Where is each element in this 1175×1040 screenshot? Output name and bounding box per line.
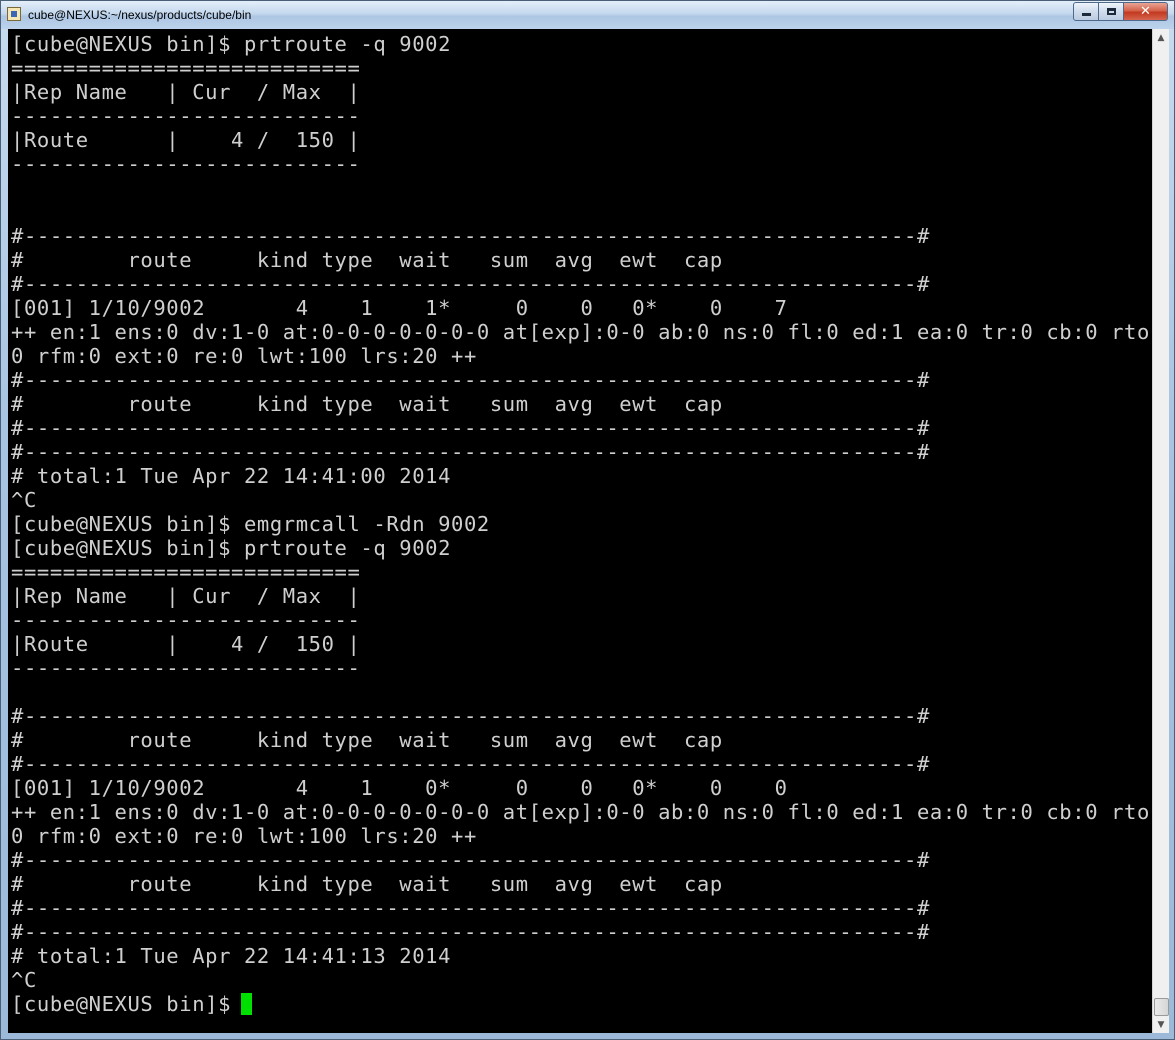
command-prompt-line[interactable]: [cube@NEXUS bin]$	[11, 992, 1152, 1016]
vertical-scrollbar[interactable]: ▲ ▼	[1152, 29, 1169, 1033]
terminal-line: # route kind type wait sum avg ewt cap	[11, 248, 723, 272]
terminal-line: #---------------------------------------…	[11, 848, 930, 872]
terminal-line: ++ en:1 ens:0 dv:1-0 at:0-0-0-0-0-0-0 at…	[11, 800, 1152, 824]
terminal-line: #---------------------------------------…	[11, 416, 930, 440]
terminal-line: #---------------------------------------…	[11, 896, 930, 920]
maximize-icon	[1106, 8, 1116, 15]
window-title: cube@NEXUS:~/nexus/products/cube/bin	[28, 8, 252, 22]
minimize-button[interactable]	[1073, 2, 1099, 21]
terminal-line: # route kind type wait sum avg ewt cap	[11, 728, 723, 752]
terminal-line: |Rep Name | Cur / Max |	[11, 584, 361, 608]
terminal-line: |Rep Name | Cur / Max |	[11, 80, 361, 104]
title-bar[interactable]: cube@NEXUS:~/nexus/products/cube/bin ✕	[1, 1, 1174, 29]
terminal-line: ^C	[11, 968, 37, 992]
terminal-window: cube@NEXUS:~/nexus/products/cube/bin ✕ […	[0, 0, 1175, 1040]
terminal-line: |Route | 4 / 150 |	[11, 128, 361, 152]
maximize-button[interactable]	[1099, 2, 1124, 21]
close-icon: ✕	[1140, 4, 1151, 19]
terminal-line: #---------------------------------------…	[11, 224, 930, 248]
terminal-line: [cube@NEXUS bin]$ emgrmcall -Rdn 9002	[11, 512, 490, 536]
terminal-line: #---------------------------------------…	[11, 752, 930, 776]
terminal-line: # total:1 Tue Apr 22 14:41:13 2014	[11, 944, 452, 968]
minimize-icon	[1081, 13, 1091, 16]
scroll-up-icon[interactable]: ▲	[1153, 29, 1169, 46]
terminal-line: [cube@NEXUS bin]$ prtroute -q 9002	[11, 536, 452, 560]
terminal-line: #---------------------------------------…	[11, 440, 930, 464]
terminal-line: [001] 1/10/9002 4 1 1* 0 0 0* 0 7	[11, 296, 788, 320]
prompt-text: [cube@NEXUS bin]$	[11, 992, 232, 1016]
terminal-line: ++ en:1 ens:0 dv:1-0 at:0-0-0-0-0-0-0 at…	[11, 320, 1152, 344]
terminal-line: ---------------------------	[11, 152, 361, 176]
scrollbar-thumb[interactable]	[1154, 998, 1169, 1016]
terminal-line: # route kind type wait sum avg ewt cap	[11, 872, 723, 896]
terminal-line: # route kind type wait sum avg ewt cap	[11, 392, 723, 416]
terminal-line: [cube@NEXUS bin]$ prtroute -q 9002	[11, 32, 452, 56]
terminal-screen[interactable]: [cube@NEXUS bin]$ prtroute -q 9002 ======…	[8, 29, 1152, 1033]
terminal-line: [001] 1/10/9002 4 1 0* 0 0 0* 0 0	[11, 776, 788, 800]
terminal-line: ===========================	[11, 560, 361, 584]
terminal-line: # total:1 Tue Apr 22 14:41:00 2014	[11, 464, 452, 488]
terminal-line: #---------------------------------------…	[11, 272, 930, 296]
terminal-output: [cube@NEXUS bin]$ prtroute -q 9002 ======…	[11, 32, 1152, 1033]
text-cursor	[241, 993, 253, 1015]
terminal-line: #---------------------------------------…	[11, 920, 930, 944]
terminal-line: 0 rfm:0 ext:0 re:0 lwt:100 lrs:20 ++	[11, 824, 477, 848]
terminal-line: #---------------------------------------…	[11, 704, 930, 728]
terminal-line: ---------------------------	[11, 656, 361, 680]
terminal-line: #---------------------------------------…	[11, 368, 930, 392]
terminal-line: ---------------------------	[11, 104, 361, 128]
putty-terminal-icon[interactable]	[7, 7, 21, 21]
terminal-line: ---------------------------	[11, 608, 361, 632]
scroll-down-icon[interactable]: ▼	[1153, 1016, 1169, 1033]
terminal-line: ===========================	[11, 56, 361, 80]
close-button[interactable]: ✕	[1124, 2, 1168, 21]
window-controls: ✕	[1073, 2, 1168, 21]
terminal-line: |Route | 4 / 150 |	[11, 632, 361, 656]
terminal-line: 0 rfm:0 ext:0 re:0 lwt:100 lrs:20 ++	[11, 344, 477, 368]
terminal-line: ^C	[11, 488, 37, 512]
